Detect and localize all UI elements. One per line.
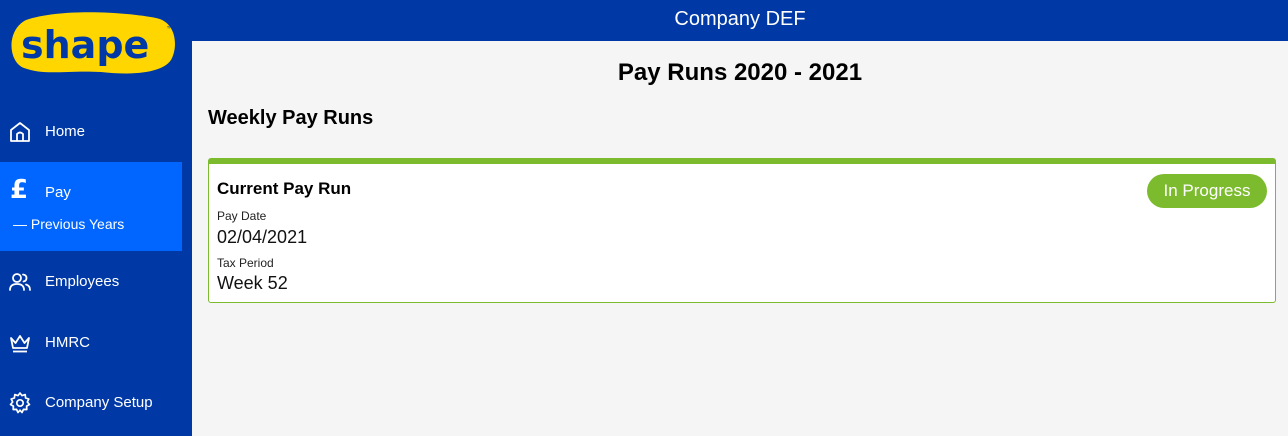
section-title: Weekly Pay Runs xyxy=(208,107,374,129)
sidebar-subitem-previous-years[interactable]: — Previous Years xyxy=(13,215,124,233)
sidebar: shape ™ Home £ Pay — Previous Years Empl… xyxy=(0,0,192,436)
tax-period-value: Week 52 xyxy=(217,273,288,293)
sidebar-item-pay[interactable]: £ Pay — Previous Years xyxy=(0,162,182,251)
sidebar-item-label: Home xyxy=(45,123,86,140)
pay-date-value: 02/04/2021 xyxy=(217,227,308,247)
sidebar-item-home[interactable]: Home xyxy=(0,107,182,157)
company-name: Company DEF xyxy=(674,8,806,30)
shape-logo[interactable]: shape ™ xyxy=(6,10,178,76)
sidebar-item-label: Pay xyxy=(45,184,71,201)
pound-icon: £ xyxy=(10,175,29,205)
sidebar-item-company-setup[interactable]: Company Setup xyxy=(0,378,182,428)
card-title: Current Pay Run xyxy=(217,179,352,198)
tax-period-label: Tax Period xyxy=(217,256,274,270)
page-title: Pay Runs 2020 - 2021 xyxy=(617,59,863,86)
logo-text: shape xyxy=(21,23,149,67)
users-icon xyxy=(9,273,31,291)
gear-icon xyxy=(9,392,31,414)
top-bar: Company DEF xyxy=(192,0,1288,41)
sidebar-item-label: Employees xyxy=(45,273,120,290)
status-badge[interactable]: In Progress xyxy=(1147,174,1267,208)
logo-tm: ™ xyxy=(166,25,174,34)
crown-icon xyxy=(10,335,30,353)
sidebar-item-employees[interactable]: Employees xyxy=(0,257,182,307)
home-icon xyxy=(10,122,30,142)
current-pay-run-card[interactable]: Current Pay Run In Progress Pay Date 02/… xyxy=(208,158,1276,303)
pay-date-label: Pay Date xyxy=(217,209,267,223)
sidebar-item-hmrc[interactable]: HMRC xyxy=(0,318,182,368)
sidebar-item-label: Company Setup xyxy=(45,394,153,411)
sidebar-item-label: HMRC xyxy=(45,334,90,351)
